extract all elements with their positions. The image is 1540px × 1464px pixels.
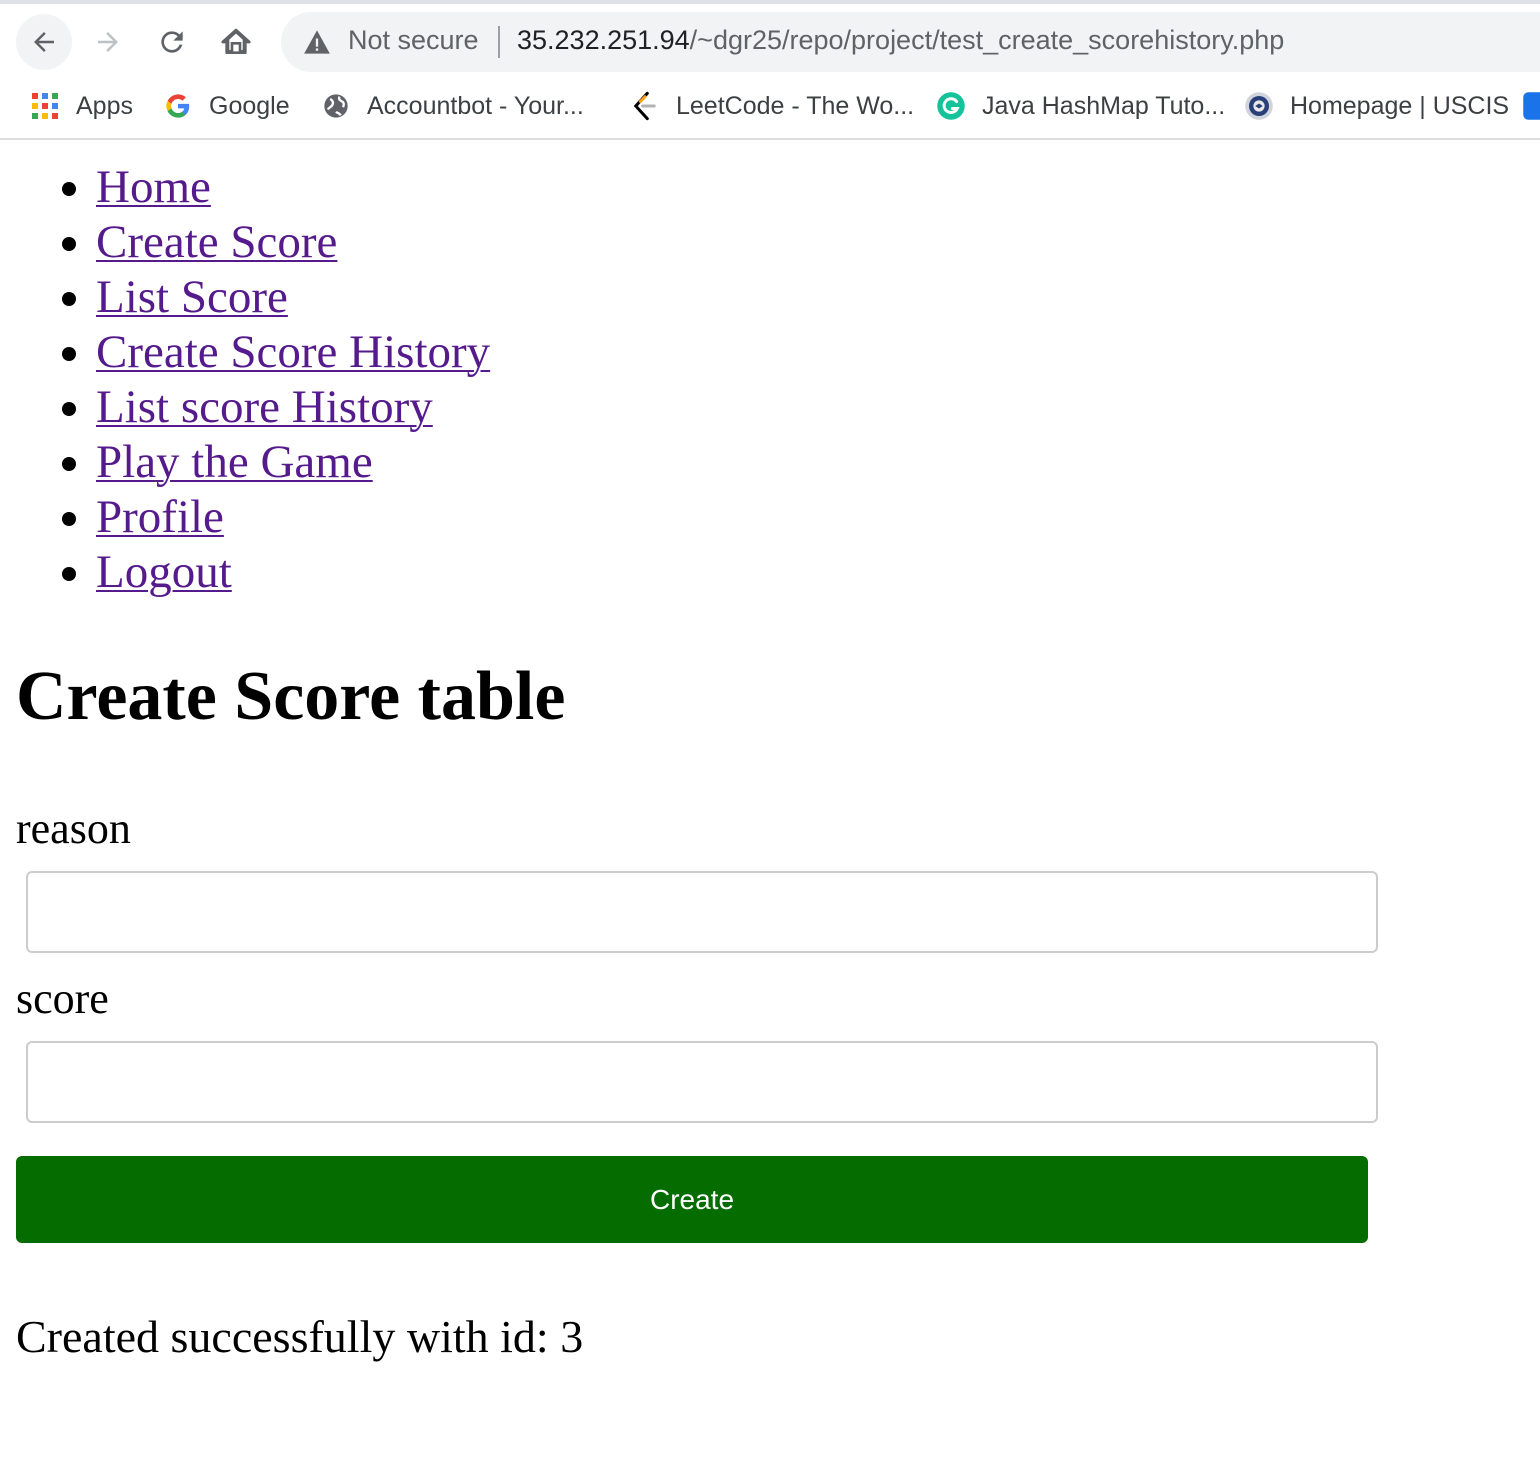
address-separator bbox=[498, 26, 500, 58]
nav-item-create-score-history: Create Score History bbox=[96, 325, 490, 380]
nav-item-list-score-history: List score History bbox=[96, 380, 490, 435]
arrow-left-icon bbox=[34, 32, 54, 52]
bookmark-overflow-item[interactable] bbox=[1522, 86, 1540, 126]
nav-item-profile: Profile bbox=[96, 490, 490, 545]
nav-item-play-the-game: Play the Game bbox=[96, 435, 490, 490]
home-icon bbox=[221, 28, 251, 54]
url-path: /~dgr25/repo/project/test_create_scorehi… bbox=[689, 25, 1285, 55]
warning-icon bbox=[304, 30, 330, 54]
nav-item-home: Home bbox=[96, 160, 490, 215]
url-text[interactable]: 35.232.251.94/~dgr25/repo/project/test_c… bbox=[517, 25, 1284, 56]
bookmark-label: Homepage | USCIS bbox=[1290, 91, 1510, 120]
create-button[interactable]: Create bbox=[16, 1156, 1368, 1243]
score-input[interactable] bbox=[26, 1041, 1378, 1123]
page-content: Home Create Score List Score Create Scor… bbox=[0, 140, 1540, 1464]
arrow-right-icon bbox=[98, 32, 118, 52]
nav-link-list-score[interactable]: List Score bbox=[96, 271, 288, 323]
globe-icon bbox=[321, 91, 351, 121]
bookmark-uscis[interactable]: Homepage | USCIS bbox=[1244, 86, 1509, 126]
address-bar[interactable]: Not secure 35.232.251.94/~dgr25/repo/pro… bbox=[281, 12, 1540, 72]
bookmark-label: Google bbox=[209, 91, 290, 120]
browser-toolbar: Not secure 35.232.251.94/~dgr25/repo/pro… bbox=[0, 4, 1540, 74]
bookmark-label: LeetCode - The Wo... bbox=[676, 91, 915, 120]
bookmark-label: Accountbot - Your... bbox=[367, 91, 584, 120]
reload-icon bbox=[161, 31, 183, 53]
bookmarks-bar: Apps Google Accountbot - Your... LeetCod… bbox=[0, 74, 1540, 140]
bookmark-leetcode[interactable]: LeetCode - The Wo... bbox=[630, 86, 914, 126]
nav-item-create-score: Create Score bbox=[96, 215, 490, 270]
home-button[interactable] bbox=[208, 14, 264, 70]
nav-link-play-the-game[interactable]: Play the Game bbox=[96, 436, 373, 488]
nav-item-logout: Logout bbox=[96, 545, 490, 600]
back-button[interactable] bbox=[16, 14, 72, 70]
bookmark-accountbot[interactable]: Accountbot - Your... bbox=[321, 86, 584, 126]
site-nav: Home Create Score List Score Create Scor… bbox=[0, 160, 490, 600]
grammarly-icon bbox=[936, 91, 966, 121]
google-icon bbox=[163, 91, 193, 121]
leetcode-icon bbox=[630, 91, 660, 121]
reload-button[interactable] bbox=[144, 14, 200, 70]
bookmark-label: Apps bbox=[76, 91, 133, 120]
bookmark-label: Java HashMap Tuto... bbox=[982, 91, 1226, 120]
security-label[interactable]: Not secure bbox=[348, 25, 479, 56]
score-label: score bbox=[16, 974, 109, 1023]
nav-link-logout[interactable]: Logout bbox=[96, 546, 232, 598]
reason-input[interactable] bbox=[26, 871, 1378, 953]
nav-link-list-score-history[interactable]: List score History bbox=[96, 381, 433, 433]
reason-label: reason bbox=[16, 804, 131, 853]
url-host: 35.232.251.94 bbox=[517, 25, 690, 55]
bookmark-google[interactable]: Google bbox=[163, 86, 290, 126]
status-message: Created successfully with id: 3 bbox=[16, 1311, 584, 1362]
apps-grid-icon bbox=[30, 91, 60, 121]
page-title: Create Score table bbox=[16, 658, 566, 735]
nav-link-profile[interactable]: Profile bbox=[96, 491, 224, 543]
nav-item-list-score: List Score bbox=[96, 270, 490, 325]
bookmark-apps[interactable]: Apps bbox=[30, 86, 133, 126]
nav-link-create-score-history[interactable]: Create Score History bbox=[96, 326, 490, 378]
bookmark-java-hashmap[interactable]: Java HashMap Tuto... bbox=[936, 86, 1225, 126]
uscis-seal-icon bbox=[1244, 91, 1274, 121]
forward-button[interactable] bbox=[80, 14, 136, 70]
nav-link-create-score[interactable]: Create Score bbox=[96, 216, 337, 268]
bookmark-partial-icon bbox=[1522, 91, 1540, 121]
nav-link-home[interactable]: Home bbox=[96, 161, 211, 213]
